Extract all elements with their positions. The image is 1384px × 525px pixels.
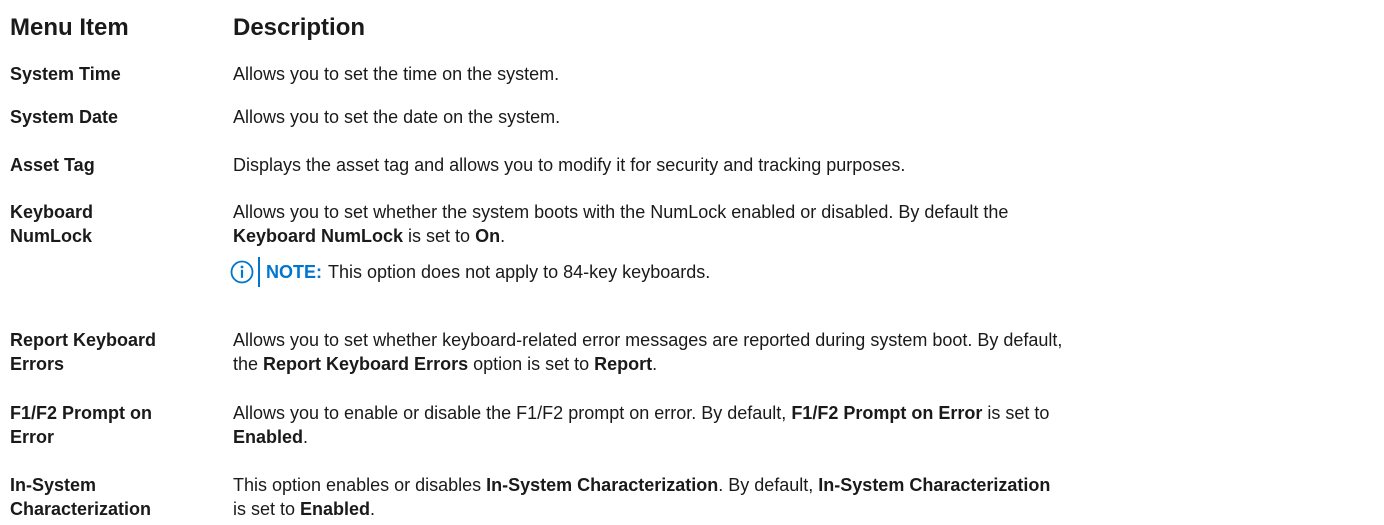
bold-value: Enabled bbox=[233, 427, 304, 447]
menu-item-name-line: NumLock bbox=[10, 226, 93, 246]
menu-item-name-line: Keyboard bbox=[10, 202, 94, 222]
description-text: This option enables or disables bbox=[233, 475, 487, 495]
menu-item-name: System Date bbox=[10, 107, 119, 127]
menu-item-name-line: F1/F2 Prompt on bbox=[10, 403, 153, 423]
column-header-menu-item: Menu Item bbox=[10, 14, 129, 41]
description-text: . bbox=[370, 499, 376, 519]
menu-item-description: Allows you to set the time on the system… bbox=[233, 64, 560, 84]
bold-term: Report Keyboard Errors bbox=[263, 354, 469, 374]
menu-item-description: Allows you to set whether keyboard-relat… bbox=[233, 328, 1373, 376]
bold-value: Report bbox=[594, 354, 653, 374]
description-line: Allows you to set whether keyboard-relat… bbox=[233, 330, 1063, 350]
bold-value: Enabled bbox=[300, 499, 371, 519]
description-line: Allows you to enable or disable the F1/F… bbox=[233, 401, 1373, 425]
menu-item-name-line: Errors bbox=[10, 354, 65, 374]
menu-item-name: Keyboard NumLock bbox=[10, 200, 225, 248]
description-line: Allows you to set whether the system boo… bbox=[233, 202, 1009, 222]
menu-item-name: Report Keyboard Errors bbox=[10, 328, 225, 376]
menu-item-description: Allows you to enable or disable the F1/F… bbox=[233, 401, 1373, 449]
info-circle-icon bbox=[230, 260, 254, 284]
menu-item-name-line: Characterization bbox=[10, 499, 152, 519]
note-label: NOTE: bbox=[266, 262, 322, 282]
menu-item-name-line: In-System bbox=[10, 475, 97, 495]
menu-item-description: Displays the asset tag and allows you to… bbox=[233, 155, 906, 175]
menu-item-description: This option enables or disables In-Syste… bbox=[233, 473, 1373, 521]
note-divider bbox=[258, 257, 260, 287]
bold-term: Keyboard NumLock bbox=[233, 226, 404, 246]
description-text: . bbox=[500, 226, 506, 246]
description-text: is set to bbox=[233, 499, 301, 519]
menu-item-description: Allows you to set whether the system boo… bbox=[230, 200, 1373, 287]
menu-item-name: System Time bbox=[10, 64, 121, 84]
menu-item-name: Asset Tag bbox=[10, 155, 95, 175]
description-line: Enabled. bbox=[233, 425, 1373, 449]
description-line: is set to Enabled. bbox=[233, 497, 1373, 521]
menu-item-name-line: Report Keyboard bbox=[10, 330, 157, 350]
description-text: . bbox=[652, 354, 658, 374]
bold-term: F1/F2 Prompt on Error bbox=[791, 403, 983, 423]
description-text: is set to bbox=[403, 226, 476, 246]
description-line: This option enables or disables In-Syste… bbox=[233, 473, 1373, 497]
note-callout: NOTE: This option does not apply to 84-k… bbox=[230, 257, 1373, 287]
menu-item-name-line: Error bbox=[10, 427, 55, 447]
description-line: Keyboard NumLock is set to On. bbox=[233, 224, 1373, 248]
description-text: option is set to bbox=[468, 354, 595, 374]
description-text: is set to bbox=[982, 403, 1050, 423]
menu-item-name: In-System Characterization bbox=[10, 473, 225, 521]
bold-term: In-System Characterization bbox=[818, 475, 1051, 495]
description-text: . By default, bbox=[718, 475, 819, 495]
menu-item-description: Allows you to set the date on the system… bbox=[233, 107, 561, 127]
description-text: . bbox=[303, 427, 309, 447]
bold-term: In-System Characterization bbox=[486, 475, 719, 495]
description-line: the Report Keyboard Errors option is set… bbox=[233, 352, 1373, 376]
menu-table: Menu Item Description System Time Allows… bbox=[0, 0, 1384, 525]
description-text: Allows you to enable or disable the F1/F… bbox=[233, 403, 792, 423]
description-text: the bbox=[233, 354, 264, 374]
note-text: This option does not apply to 84-key key… bbox=[328, 262, 711, 282]
bold-value: On bbox=[475, 226, 501, 246]
column-header-description: Description bbox=[233, 14, 366, 41]
menu-item-name: F1/F2 Prompt on Error bbox=[10, 401, 225, 449]
